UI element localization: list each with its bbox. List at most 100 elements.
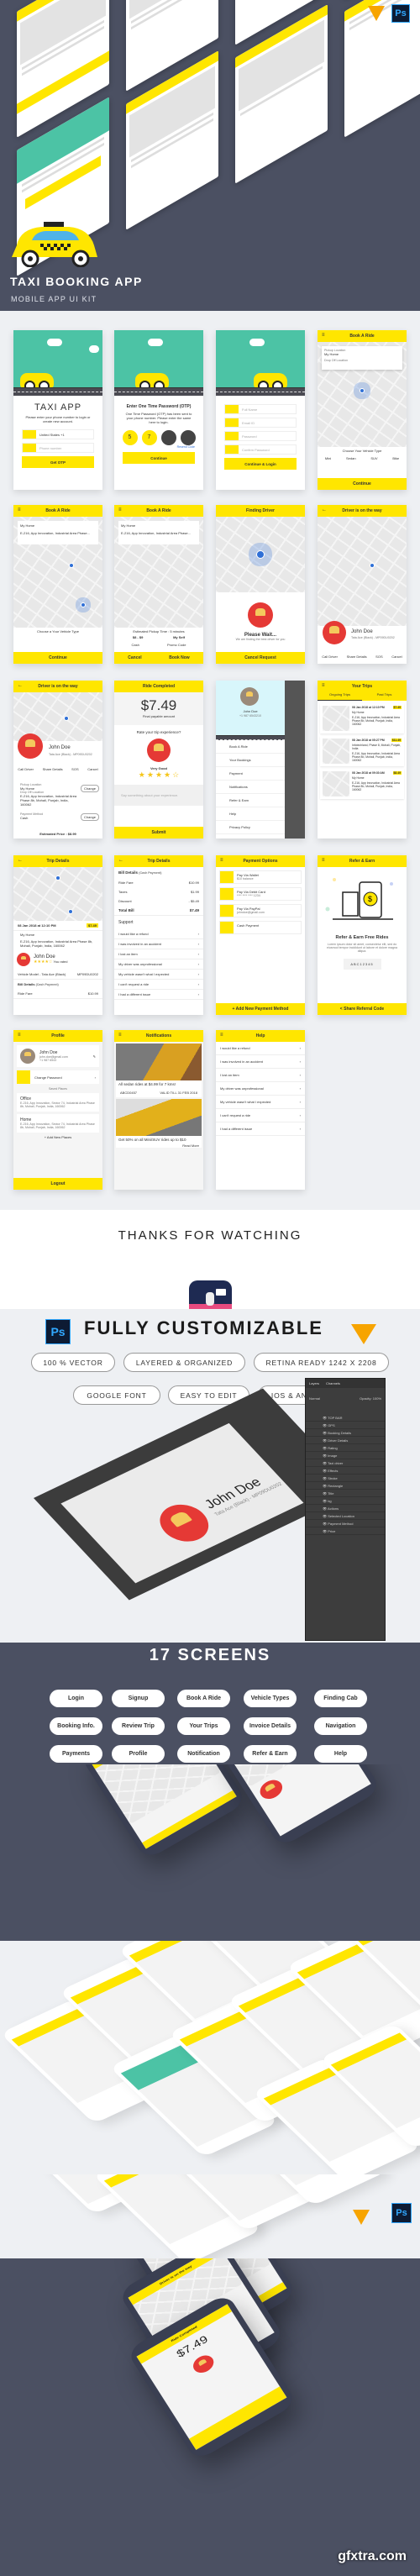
layer-row[interactable]: 👁 GPS bbox=[306, 1422, 385, 1429]
otp-digit[interactable]: 7 bbox=[141, 430, 157, 445]
support-item[interactable]: My vehicle wasn't what I expected › bbox=[114, 970, 203, 980]
country-select[interactable]: United States +1 bbox=[22, 429, 94, 439]
back-arrow-icon[interactable]: ← bbox=[18, 683, 23, 688]
layer-row[interactable]: 👁 Stroke bbox=[306, 1475, 385, 1482]
tab-ongoing[interactable]: Ongoing Trips bbox=[318, 692, 362, 701]
star-icon[interactable]: ★ bbox=[164, 770, 171, 779]
continue-login-button[interactable]: Continue & Login bbox=[224, 458, 297, 470]
trip-card[interactable]: 08 Jan 2018 at 09:30 AM $8.49 My Home E-216… bbox=[320, 769, 404, 799]
sos-button[interactable]: SOS bbox=[375, 655, 382, 659]
otp-digits[interactable]: 5 7 bbox=[114, 430, 203, 445]
share-details-button[interactable]: Share Details bbox=[43, 767, 63, 771]
cancel-request-button[interactable]: Cancel Request bbox=[216, 652, 305, 664]
nav-item[interactable]: Help bbox=[216, 807, 285, 821]
get-otp-button[interactable]: Get OTP bbox=[22, 456, 94, 468]
help-item[interactable]: My driver was unprofessional › bbox=[216, 1082, 305, 1096]
help-item[interactable]: I would like a refund › bbox=[216, 1042, 305, 1055]
support-item[interactable]: My driver was unprofessional › bbox=[114, 959, 203, 970]
otp-digit[interactable] bbox=[180, 430, 196, 445]
rating-stars[interactable]: ★ ★ ★ ★ ☆ bbox=[114, 770, 203, 780]
payment-option[interactable]: Cash bbox=[132, 643, 139, 647]
location-card[interactable]: Pickup Location My Home Drop Off Location bbox=[322, 346, 402, 370]
star-icon[interactable]: ★ bbox=[155, 770, 162, 779]
opacity-field[interactable]: Opacity: 100% bbox=[360, 1396, 381, 1401]
saved-place[interactable]: Office E-216, App Innovation, Sector 74, … bbox=[17, 1093, 99, 1112]
otp-digit[interactable] bbox=[160, 430, 176, 445]
help-item[interactable]: I was involved in an accident › bbox=[216, 1055, 305, 1069]
tab-past[interactable]: Past Trips bbox=[362, 692, 407, 701]
location-card[interactable]: My Home E-216, App Innovation, Industrial… bbox=[18, 521, 98, 544]
star-icon[interactable]: ★ bbox=[139, 770, 145, 779]
help-item[interactable]: I lost an item › bbox=[216, 1069, 305, 1082]
confirm-password-input[interactable]: Confirm Password bbox=[224, 444, 297, 455]
menu-icon[interactable]: ≡ bbox=[322, 858, 325, 863]
vehicle-option[interactable]: Sedan bbox=[346, 456, 356, 460]
menu-icon[interactable]: ≡ bbox=[118, 1033, 122, 1038]
back-arrow-icon[interactable]: ← bbox=[118, 858, 123, 863]
star-icon[interactable]: ★ bbox=[147, 770, 154, 779]
logout-button[interactable]: Logout bbox=[13, 1178, 102, 1190]
blend-mode-select[interactable]: Normal bbox=[309, 1396, 320, 1401]
continue-button[interactable]: Continue bbox=[318, 478, 407, 490]
email-input[interactable]: Email ID bbox=[224, 418, 297, 428]
layer-row[interactable]: 👁 TOP BAR bbox=[306, 1414, 385, 1422]
support-item[interactable]: I can't request a ride › bbox=[114, 980, 203, 990]
call-driver-button[interactable]: Call Driver bbox=[322, 655, 338, 659]
layer-row[interactable]: 👁 Taxi driver bbox=[306, 1459, 385, 1467]
layer-row[interactable]: 👁 bg bbox=[306, 1497, 385, 1505]
payment-method[interactable]: Cash Payment bbox=[219, 921, 302, 934]
layer-row[interactable]: 👁 Selected Location bbox=[306, 1512, 385, 1520]
phone-input[interactable]: Phone number bbox=[22, 443, 94, 453]
layer-row[interactable]: 👁 Effects bbox=[306, 1467, 385, 1475]
support-item[interactable]: I had a different issue › bbox=[114, 990, 203, 1000]
sos-button[interactable]: SOS bbox=[71, 767, 78, 771]
cancel-button[interactable]: Cancel bbox=[87, 767, 97, 771]
tab-channels[interactable]: Channels bbox=[326, 1381, 340, 1385]
change-payment-button[interactable]: Change bbox=[80, 813, 99, 821]
drawer-overlay[interactable] bbox=[285, 681, 305, 839]
notification-card[interactable]: All sedan rides at $4.99 for 7 kms! ABCD… bbox=[116, 1044, 202, 1097]
trip-card[interactable]: 08 Jan 2018 at 12:10 PM $7.49 My Home E-216… bbox=[320, 703, 404, 733]
share-details-button[interactable]: Share Details bbox=[347, 655, 367, 659]
continue-button[interactable]: Continue bbox=[123, 452, 195, 464]
nav-item[interactable]: Your Bookings bbox=[216, 754, 285, 767]
vehicle-option[interactable]: SUV bbox=[370, 456, 377, 460]
otp-digit[interactable]: 5 bbox=[122, 430, 138, 445]
cancel-button[interactable]: Cancel bbox=[128, 655, 141, 660]
menu-icon[interactable]: ≡ bbox=[220, 1033, 223, 1038]
saved-place[interactable]: Home E-216, App Innovation, Sector 74, In… bbox=[17, 1114, 99, 1133]
help-item[interactable]: I can't request a ride › bbox=[216, 1109, 305, 1122]
star-icon[interactable]: ☆ bbox=[172, 770, 179, 779]
layer-row[interactable]: 👁 Payment Method bbox=[306, 1520, 385, 1527]
layer-row[interactable]: 👁 Driver Details bbox=[306, 1437, 385, 1444]
read-more-link[interactable]: Read More bbox=[116, 1143, 202, 1148]
nav-item[interactable]: Refer & Earn bbox=[216, 794, 285, 807]
layer-row[interactable]: 👁 Price bbox=[306, 1527, 385, 1535]
submit-button[interactable]: Submit bbox=[114, 827, 203, 839]
menu-icon[interactable]: ≡ bbox=[118, 507, 122, 513]
comment-input[interactable]: Say something about your experience. bbox=[114, 785, 203, 806]
layer-row[interactable]: 👁 Rectangle bbox=[306, 1482, 385, 1490]
tab-layers[interactable]: Layers bbox=[309, 1381, 319, 1385]
nav-item[interactable]: Notifications bbox=[216, 781, 285, 794]
back-arrow-icon[interactable]: ← bbox=[18, 858, 23, 863]
cancel-button[interactable]: Cancel bbox=[391, 655, 402, 659]
add-place-button[interactable]: + Add New Places bbox=[13, 1135, 102, 1139]
help-item[interactable]: My vehicle wasn't what I expected › bbox=[216, 1096, 305, 1109]
support-item[interactable]: I would like a refund › bbox=[114, 929, 203, 939]
help-item[interactable]: I had a different issue › bbox=[216, 1122, 305, 1136]
share-code-button[interactable]: < Share Referral Code bbox=[318, 1003, 407, 1015]
book-now-button[interactable]: Book Now bbox=[169, 655, 189, 660]
resend-code-link[interactable]: Resend Code bbox=[114, 445, 203, 449]
trip-card[interactable]: 08 Jan 2018 at 05:27 PM $11.49 Infotechlan… bbox=[320, 736, 404, 766]
layer-row[interactable]: 👁 Booking Details bbox=[306, 1429, 385, 1437]
payment-method[interactable]: Pay Via Debit Card **** **** **** 1234 bbox=[219, 887, 302, 901]
vehicle-option[interactable]: Bike bbox=[392, 456, 399, 460]
vehicle-option[interactable]: Mini bbox=[325, 456, 331, 460]
referral-code[interactable]: ABC12345 bbox=[343, 959, 381, 970]
layer-row[interactable]: 👁 Rating bbox=[306, 1444, 385, 1452]
nav-item[interactable]: Privacy Policy bbox=[216, 821, 285, 834]
notification-card[interactable]: Get 50% on all Mini/SUV rides up to $10 … bbox=[116, 1099, 202, 1148]
payment-method[interactable]: Pay Via Wallet $10 balance bbox=[219, 870, 302, 884]
back-arrow-icon[interactable]: ← bbox=[322, 507, 327, 513]
